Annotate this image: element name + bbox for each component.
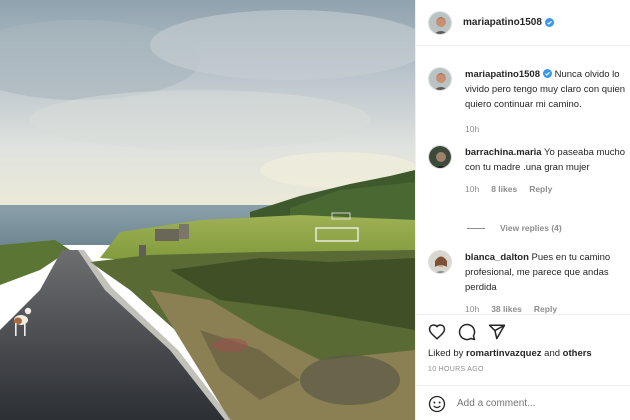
author-avatar[interactable] <box>428 10 452 35</box>
post-timestamp[interactable]: 10 HOURS AGO <box>428 366 484 373</box>
view-replies-button[interactable]: View replies (4) <box>467 223 562 233</box>
verified-badge-icon <box>544 18 554 27</box>
post-sidebar: mariapatino1508 mariapatino1508 Nunca ol… <box>415 0 630 420</box>
comment-time[interactable]: 10h <box>465 304 479 314</box>
comments-list: mariapatino1508 Nunca olvido lo vivido p… <box>416 46 630 314</box>
comment-likes[interactable]: 8 likes <box>491 184 517 194</box>
caption: mariapatino1508 Nunca olvido lo vivido p… <box>428 67 630 134</box>
add-comment-input[interactable] <box>457 398 607 409</box>
comment-icon[interactable] <box>458 323 476 341</box>
caption-avatar[interactable] <box>428 67 452 91</box>
author-username[interactable]: mariapatino1508 <box>463 17 542 28</box>
view-replies-label: View replies (4) <box>500 223 562 233</box>
post-photo[interactable] <box>0 0 415 420</box>
liked-by-others[interactable]: others <box>563 348 592 359</box>
reply-button[interactable]: Reply <box>534 304 557 314</box>
reply-button[interactable]: Reply <box>529 184 552 194</box>
liked-by-connector: and <box>544 348 561 359</box>
replies-divider <box>467 227 485 229</box>
add-comment-bar <box>416 385 630 420</box>
caption-username[interactable]: mariapatino1508 <box>465 69 540 80</box>
verified-badge-icon <box>542 69 552 78</box>
instagram-post: mariapatino1508 mariapatino1508 Nunca ol… <box>0 0 630 420</box>
commenter-avatar[interactable] <box>428 250 452 274</box>
commenter-username[interactable]: blanca_dalton <box>465 252 529 263</box>
comment-likes[interactable]: 38 likes <box>491 304 522 314</box>
action-icons <box>428 323 506 341</box>
share-icon[interactable] <box>488 323 506 341</box>
post-header: mariapatino1508 <box>416 0 630 46</box>
comment-item: blanca_dalton Pues en tu camino profesio… <box>428 250 630 314</box>
liked-by-prefix: Liked by <box>428 348 464 359</box>
comment-time[interactable]: 10h <box>465 184 479 194</box>
caption-time[interactable]: 10h <box>465 124 479 134</box>
comment-item: barrachina.maria Yo paseaba mucho con tu… <box>428 145 630 194</box>
landscape-photo <box>0 0 415 420</box>
liked-by-text: Liked by romartinvazquez and others <box>428 348 592 359</box>
caption-text-block: mariapatino1508 Nunca olvido lo vivido p… <box>465 67 630 112</box>
smiley-icon[interactable] <box>428 395 446 413</box>
commenter-username[interactable]: barrachina.maria <box>465 147 542 158</box>
post-actions: Liked by romartinvazquez and others 10 H… <box>416 314 630 420</box>
liked-by-user[interactable]: romartinvazquez <box>466 348 542 359</box>
heart-icon[interactable] <box>428 323 446 341</box>
commenter-avatar[interactable] <box>428 145 452 169</box>
